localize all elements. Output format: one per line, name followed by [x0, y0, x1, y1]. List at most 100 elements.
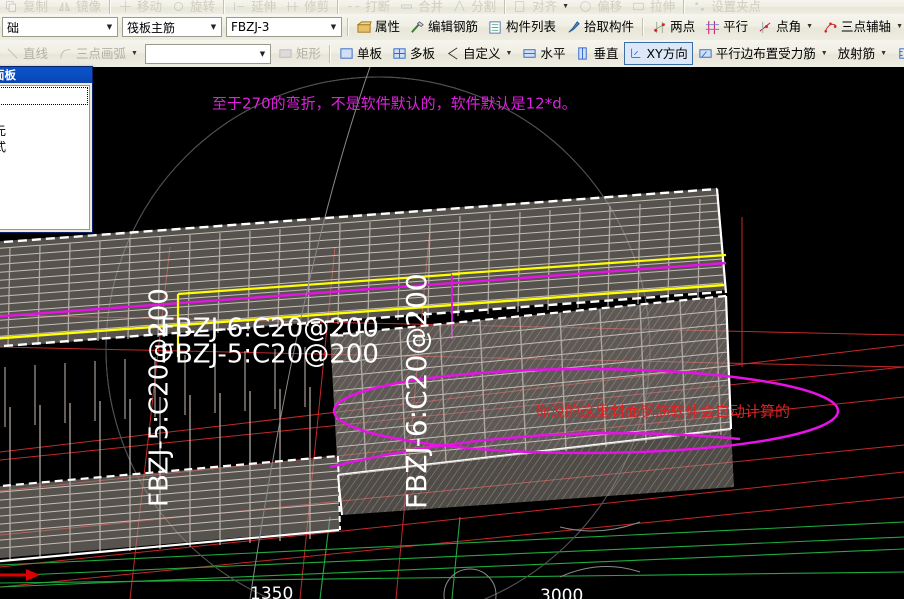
toolbar-button-auto-rebar[interactable]: 自动配筋 — [892, 43, 904, 65]
toolbar-label: 两点 — [670, 19, 696, 34]
toolbar-button-split[interactable]: 分割 — [448, 0, 501, 14]
toolbar-button-set-grip[interactable]: 设置夹点 — [688, 0, 766, 14]
toolbar-separator — [223, 0, 226, 14]
toolbar-button-parallel-edge-rebar[interactable]: 平行边布置受力筋 ▼ — [693, 43, 833, 65]
note-bend-default: 至于270的弯折，不是软件默认的，软件默认是12*d。 — [212, 95, 577, 113]
toolbar-button-trim[interactable]: 修剪 — [281, 0, 334, 14]
chevron-down-icon[interactable]: ▼ — [131, 43, 138, 65]
arc-style-select[interactable]: ▼ — [144, 43, 271, 64]
rotate-icon — [172, 0, 187, 14]
toolbar-label: 修剪 — [304, 0, 330, 14]
toolbar-button-pick-member[interactable]: 拾取构件 — [561, 16, 639, 38]
toolbar-button-edit-rebar[interactable]: 编辑钢筋 — [405, 16, 483, 38]
toolbar-button-rectangle[interactable]: 矩形 — [273, 43, 326, 65]
toolbar-button-line[interactable]: 直线 — [0, 43, 53, 65]
stretch-icon — [632, 0, 647, 14]
three-point-axis-icon — [823, 20, 838, 35]
toolbar-button-two-point[interactable]: 两点 — [647, 16, 700, 38]
toolbar-label: 多板 — [410, 45, 436, 61]
chevron-down-icon[interactable]: ▼ — [821, 43, 828, 65]
chevron-down-icon[interactable]: ▼ — [506, 43, 513, 65]
toolbar-button-horizontal[interactable]: 水平 — [517, 43, 570, 65]
two-point-icon — [652, 20, 667, 35]
toolbar-button-rotate[interactable]: 旋转 — [167, 0, 220, 14]
toolbar-button-move[interactable]: 移动 — [114, 0, 167, 14]
toolbar-button-offset[interactable]: 偏移 — [574, 0, 627, 14]
toolbar-label: 三点画弧 — [76, 45, 127, 61]
toolbar-button-single-slab[interactable]: 单板 — [334, 43, 387, 65]
xy-direction-icon — [629, 46, 644, 61]
label-fbzj-5-h: FBZJ-5:C20@200 — [160, 340, 379, 370]
split-icon — [453, 0, 468, 14]
member-name-select-value: FBZJ-3 — [231, 20, 270, 34]
chevron-down-icon[interactable]: ▼ — [896, 16, 903, 38]
red-arrow-marker — [0, 569, 40, 581]
custom-icon — [445, 46, 460, 61]
floating-panel-selected-row[interactable] — [0, 87, 88, 105]
toolbar-label: 分割 — [471, 0, 497, 14]
member-name-select[interactable]: FBZJ-3 ▼ — [226, 17, 342, 37]
toolbar-button-three-point-arc[interactable]: 三点画弧 ▼ — [53, 43, 143, 65]
toolbar-separator — [337, 0, 340, 14]
floating-panel-line-1: 元 — [0, 122, 6, 139]
toolbar-button-properties[interactable]: 属性 — [352, 16, 405, 38]
chevron-down-icon[interactable]: ▼ — [880, 43, 887, 65]
toolbar-label: 拉伸 — [650, 0, 676, 14]
offset-icon — [579, 0, 594, 14]
toolbar-button-mirror[interactable]: 镜像 — [53, 0, 106, 14]
chevron-down-icon[interactable]: ▼ — [806, 16, 813, 38]
multi-slab-icon — [392, 46, 407, 61]
toolbar-label: 旋转 — [190, 0, 216, 14]
break-icon — [347, 0, 362, 14]
trim-icon — [286, 0, 301, 14]
toolbar-button-stretch[interactable]: 拉伸 — [627, 0, 680, 14]
toolbar-button-custom[interactable]: 自定义 ▼ — [440, 43, 517, 65]
point-angle-icon — [758, 20, 773, 35]
structure-select[interactable]: 础 ▼ — [2, 17, 118, 37]
toolbar-button-vertical[interactable]: 垂直 — [570, 43, 623, 65]
toolbar-button-merge[interactable]: 合并 — [395, 0, 448, 14]
toolbar-separator — [328, 44, 331, 63]
toolbar-button-break[interactable]: 打断 — [342, 0, 395, 14]
toolbar-button-radial-rebar[interactable]: 放射筋 ▼ — [833, 43, 892, 65]
cad-vector-scene: FBZJ-6:C20@200 FBZJ-5:C20@200 FBZJ-5:C20… — [0, 67, 904, 599]
toolbar-button-xy-direction[interactable]: XY方向 — [623, 42, 693, 65]
chevron-down-icon[interactable]: ▼ — [257, 45, 268, 63]
label-fbzj-5-v: FBZJ-5:C20@200 — [145, 288, 175, 507]
floating-panel-line-2: 式 — [0, 138, 6, 155]
floating-panel-body[interactable]: 元 式 — [0, 85, 90, 230]
toolbar-label: 平行 — [723, 19, 749, 34]
toolbar-edit-row: 复制 镜像 移动 旋转 延伸 修剪 打断 合并 分割 对齐 ▼ 偏移 拉伸 设置… — [0, 0, 904, 15]
toolbar-button-align[interactable]: 对齐 ▼ — [509, 0, 574, 14]
toolbar-label: 平行边布置受力筋 — [715, 45, 816, 61]
chevron-down-icon[interactable]: ▼ — [208, 18, 219, 36]
toolbar-button-extend[interactable]: 延伸 — [228, 0, 281, 14]
member-list-icon — [488, 20, 503, 35]
toolbar-label: 构件列表 — [506, 19, 557, 34]
single-slab-icon — [339, 46, 354, 61]
toolbar-separator — [683, 0, 686, 14]
chevron-down-icon[interactable]: ▼ — [562, 0, 569, 14]
toolbar-label: 单板 — [356, 45, 382, 61]
toolbar-label: 点角 — [776, 19, 802, 34]
pick-member-icon — [566, 20, 581, 35]
toolbar-label: XY方向 — [646, 46, 688, 61]
toolbar-button-three-point-axis[interactable]: 三点辅轴 ▼ — [818, 16, 904, 38]
toolbar-label: 打断 — [365, 0, 391, 14]
toolbar-button-parallel[interactable]: 平行 — [700, 16, 753, 38]
toolbar-label: 直线 — [23, 45, 49, 61]
chevron-down-icon[interactable]: ▼ — [328, 18, 339, 36]
toolbar-label: 放射筋 — [837, 45, 876, 61]
align-icon — [514, 0, 529, 14]
copy-icon — [5, 0, 20, 14]
floating-panel[interactable]: 面板 元 式 — [0, 66, 93, 233]
toolbar-button-member-list[interactable]: 构件列表 — [483, 16, 561, 38]
chevron-down-icon[interactable]: ▼ — [104, 18, 115, 36]
toolbar-button-point-angle[interactable]: 点角 ▼ — [753, 16, 818, 38]
cad-drawing-canvas[interactable]: FBZJ-6:C20@200 FBZJ-5:C20@200 FBZJ-5:C20… — [0, 67, 904, 599]
horizontal-icon — [522, 46, 537, 61]
toolbar-separator — [109, 0, 112, 14]
toolbar-button-multi-slab[interactable]: 多板 — [387, 43, 440, 65]
member-type-select[interactable]: 筏板主筋 ▼ — [122, 17, 222, 37]
toolbar-button-copy[interactable]: 复制 — [0, 0, 53, 14]
